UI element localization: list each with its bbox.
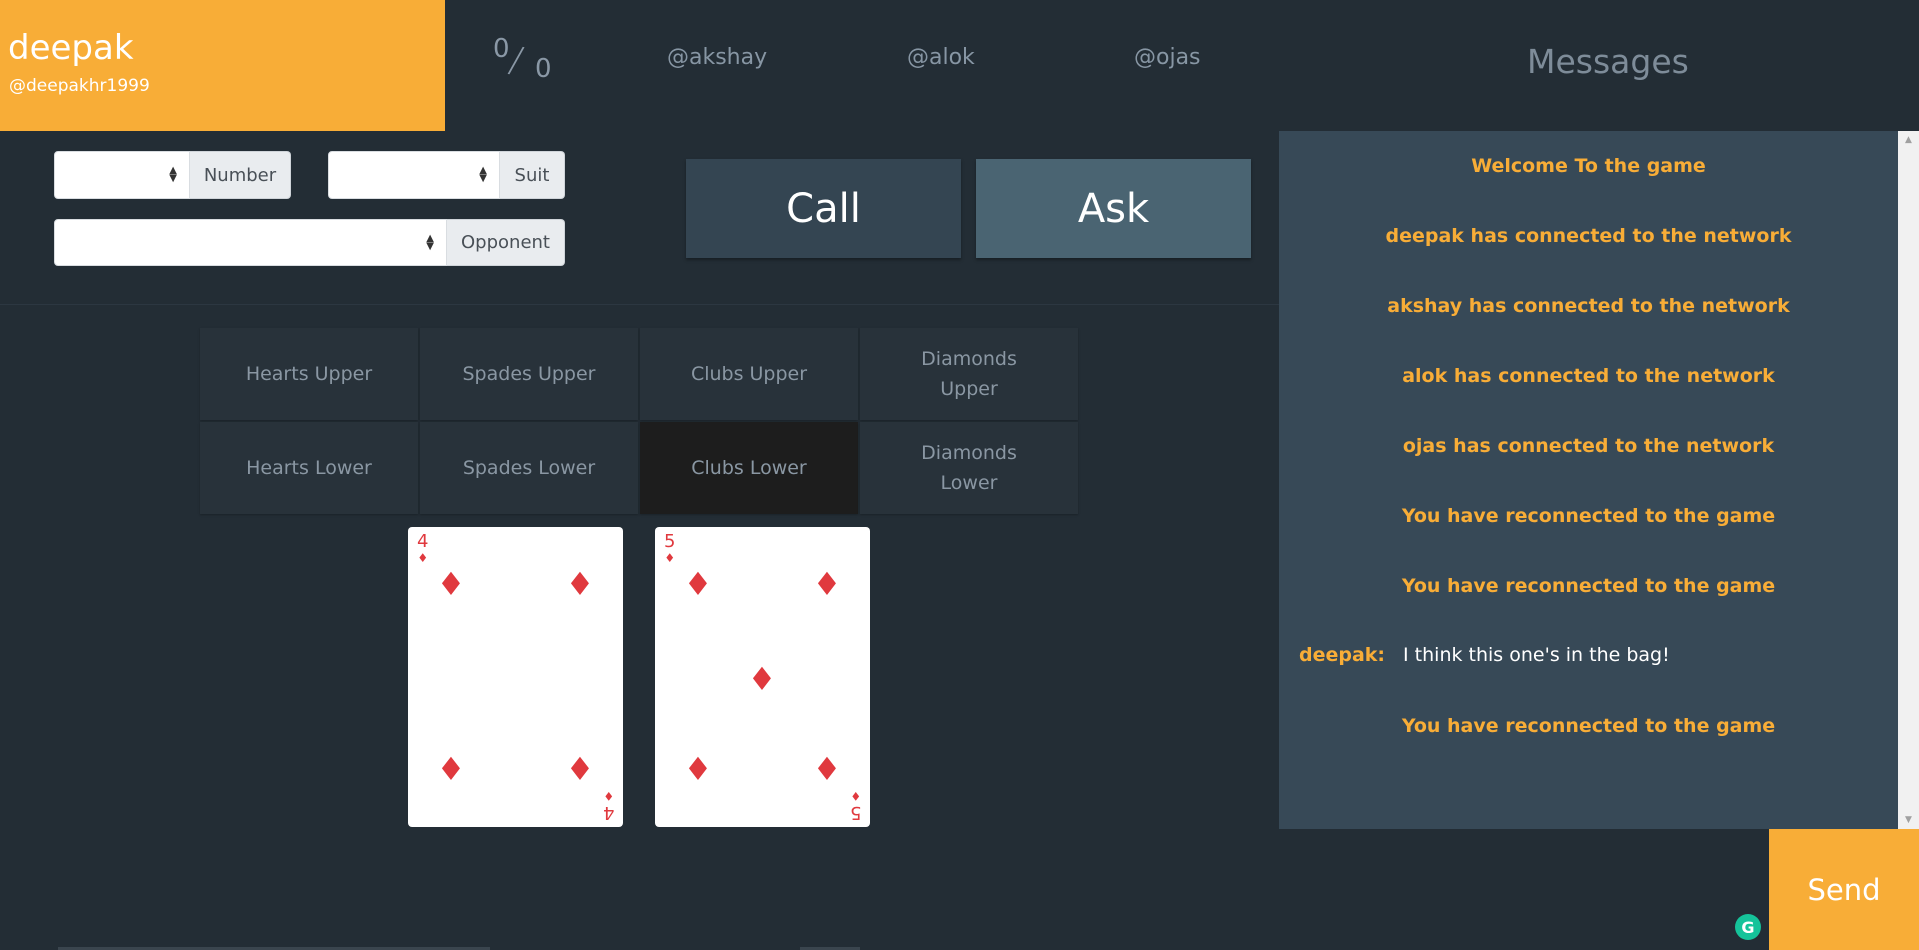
profile-panel: deepak @deepakhr1999 — [0, 0, 445, 131]
card-corner: 5 ♦ — [849, 789, 861, 823]
set-label: Diamonds — [921, 442, 1017, 464]
set-label: Spades Lower — [462, 457, 596, 479]
diamond-icon: ♦ — [436, 750, 466, 788]
select-arrows-icon: ▲ ▼ — [479, 165, 487, 184]
set-label-line2: Upper — [940, 378, 998, 400]
suit-label: Suit — [500, 151, 565, 199]
diamond-icon: ♦ — [565, 750, 595, 788]
set-hearts-lower[interactable]: Hearts Lower — [200, 422, 418, 514]
diamond-icon: ♦ — [812, 750, 842, 788]
select-arrows-icon: ▲ ▼ — [169, 165, 177, 184]
scroll-down-icon[interactable]: ▼ — [1898, 815, 1919, 825]
set-label: Spades Upper — [462, 363, 596, 385]
set-label: Hearts Lower — [246, 457, 372, 479]
chat-sender: deepak: — [1299, 644, 1386, 666]
card-corner: 4 ♦ — [602, 789, 614, 823]
set-hearts-upper[interactable]: Hearts Upper — [200, 328, 418, 420]
set-clubs-lower[interactable]: Clubs Lower — [640, 422, 858, 514]
set-label: Clubs Lower — [691, 457, 807, 479]
set-label-line2: Lower — [940, 472, 998, 494]
card-5-diamonds[interactable]: 5 ♦ ♦ ♦ ♦ ♦ ♦ 5 ♦ — [655, 527, 870, 827]
ask-button[interactable]: Ask — [976, 159, 1251, 258]
suit-select[interactable]: ▲ ▼ — [328, 151, 500, 199]
grammarly-icon[interactable]: G — [1735, 914, 1761, 940]
diamond-icon: ♦ — [683, 750, 713, 788]
diamond-icon: ♦ — [747, 660, 777, 698]
system-message: Welcome To the game — [1471, 155, 1706, 177]
system-message: You have reconnected to the game — [1401, 505, 1776, 527]
score-display: 0 / 0 — [490, 30, 560, 90]
number-select[interactable]: ▲ ▼ — [54, 151, 190, 199]
profile-name: deepak — [8, 28, 134, 68]
diamond-icon: ♦ — [565, 565, 595, 603]
card-corner: 5 ♦ — [664, 531, 676, 566]
diamond-icon: ♦ — [436, 565, 466, 603]
number-label: Number — [190, 151, 291, 199]
system-message: You have reconnected to the game — [1401, 575, 1776, 597]
player-akshay[interactable]: @akshay — [667, 45, 767, 70]
system-message: deepak has connected to the network — [1385, 225, 1792, 247]
opponent-select[interactable]: ▲ ▼ — [54, 219, 447, 266]
chat-text: I think this one's in the bag! — [1403, 644, 1670, 666]
messages-title: Messages — [1527, 42, 1689, 81]
set-clubs-upper[interactable]: Clubs Upper — [640, 328, 858, 420]
diamond-icon: ♦ — [812, 565, 842, 603]
chat-message: deepak: I think this one's in the bag! — [1299, 644, 1670, 666]
call-button[interactable]: Call — [686, 159, 961, 258]
system-message: alok has connected to the network — [1402, 365, 1775, 387]
score-denominator: 0 — [535, 54, 552, 84]
player-ojas[interactable]: @ojas — [1134, 45, 1201, 70]
profile-handle: @deepakhr1999 — [9, 76, 150, 96]
set-diamonds-upper[interactable]: Diamonds Upper — [860, 328, 1078, 420]
system-message: ojas has connected to the network — [1402, 435, 1775, 457]
set-grid: Hearts Upper Spades Upper Clubs Upper Di… — [200, 328, 1080, 514]
card-4-diamonds[interactable]: 4 ♦ ♦ ♦ ♦ ♦ 4 ♦ — [408, 527, 623, 827]
set-spades-upper[interactable]: Spades Upper — [420, 328, 638, 420]
select-arrows-icon: ▲ ▼ — [426, 232, 434, 252]
player-alok[interactable]: @alok — [907, 45, 975, 70]
set-label: Clubs Upper — [690, 363, 808, 385]
set-spades-lower[interactable]: Spades Lower — [420, 422, 638, 514]
set-diamonds-lower[interactable]: Diamonds Lower — [860, 422, 1078, 514]
score-numerator: 0 — [493, 34, 510, 64]
system-message: akshay has connected to the network — [1387, 295, 1790, 317]
messages-panel[interactable]: Welcome To the game deepak has connected… — [1279, 131, 1898, 829]
opponent-label: Opponent — [447, 219, 565, 266]
system-message: You have reconnected to the game — [1401, 715, 1776, 737]
scroll-up-icon[interactable]: ▲ — [1898, 135, 1919, 145]
messages-scrollbar[interactable]: ▲ ▼ — [1898, 131, 1919, 829]
set-label: Hearts Upper — [245, 363, 373, 385]
divider — [0, 304, 1279, 305]
send-button[interactable]: Send — [1769, 829, 1919, 950]
set-label: Diamonds — [921, 348, 1017, 370]
diamond-icon: ♦ — [683, 565, 713, 603]
card-corner: 4 ♦ — [417, 531, 429, 566]
